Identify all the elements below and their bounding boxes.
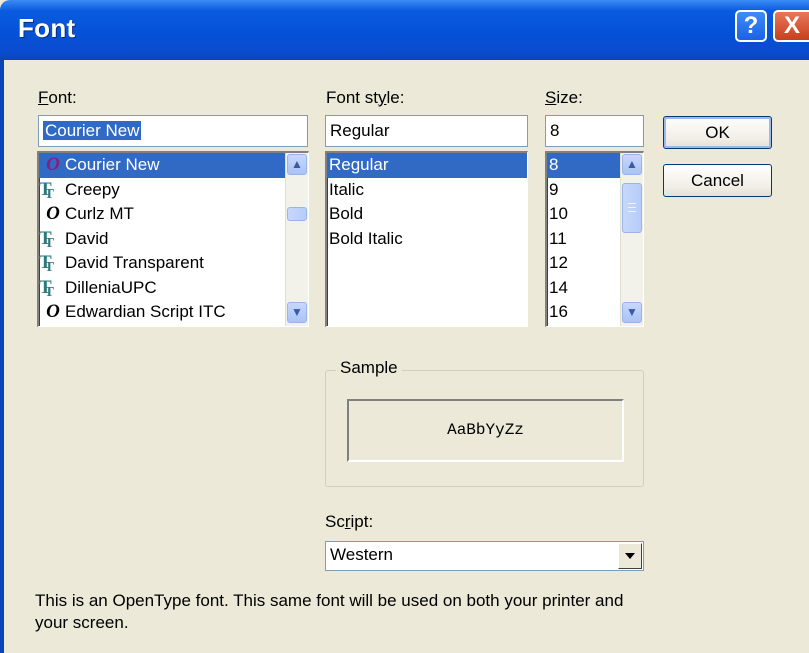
font-list-items: O Courier New TT Creepy O Curlz MT TT David TT Da… bbox=[39, 153, 308, 325]
list-item[interactable]: O Courier New bbox=[39, 153, 308, 178]
list-item[interactable]: Regular bbox=[327, 153, 527, 178]
close-button[interactable]: X bbox=[773, 10, 809, 42]
title-bar: Font ? X bbox=[0, 0, 809, 60]
list-item[interactable]: TT David bbox=[39, 227, 308, 252]
list-item[interactable]: Bold Italic bbox=[327, 227, 527, 252]
script-label: Script: bbox=[325, 512, 374, 531]
opentype-icon: O bbox=[46, 203, 60, 224]
scroll-down-button[interactable]: ▼ bbox=[287, 302, 307, 323]
list-item[interactable]: TT Creepy bbox=[39, 178, 308, 203]
dialog-title: Font bbox=[18, 13, 76, 43]
list-item[interactable]: Italic bbox=[327, 178, 527, 203]
opentype-icon: O bbox=[46, 154, 60, 175]
chevron-down-icon: ▼ bbox=[291, 305, 303, 319]
list-item-label: DilleniaUPC bbox=[65, 277, 157, 297]
chevron-up-icon: ▲ bbox=[626, 157, 638, 171]
list-item-label: David bbox=[65, 228, 109, 248]
list-item-label: Edwardian Script ITC bbox=[65, 302, 226, 321]
list-item-label: David Transparent bbox=[65, 253, 204, 272]
font-name-input[interactable]: Courier New bbox=[38, 115, 308, 147]
size-input[interactable]: 8 bbox=[545, 115, 644, 147]
font-style-list[interactable]: Regular Italic Bold Bold Italic bbox=[325, 151, 528, 327]
list-item[interactable]: O Curlz MT bbox=[39, 202, 308, 227]
list-item-label: Creepy bbox=[65, 179, 120, 199]
opentype-icon: O bbox=[46, 301, 60, 322]
font-style-label: Font style: bbox=[326, 88, 405, 107]
font-list[interactable]: O Courier New TT Creepy O Curlz MT TT David TT Da… bbox=[37, 151, 309, 327]
list-item-label: 14 bbox=[549, 277, 568, 297]
list-item-label: 10 bbox=[549, 204, 568, 223]
list-item[interactable]: TT David Transparent bbox=[39, 251, 308, 276]
script-dropdown-button[interactable] bbox=[618, 543, 642, 569]
list-item-label: Bold bbox=[329, 204, 364, 223]
list-item-label: 11 bbox=[549, 228, 567, 248]
list-item-label: Courier New bbox=[65, 155, 160, 174]
chevron-up-icon: ▲ bbox=[291, 157, 303, 171]
scroll-thumb[interactable] bbox=[622, 183, 642, 233]
list-item-label: 9 bbox=[549, 179, 559, 199]
size-list[interactable]: 8 9 10 11 12 14 16 ▲ ▼ bbox=[545, 151, 644, 327]
size-list-scrollbar[interactable]: ▲ ▼ bbox=[620, 153, 643, 326]
script-select[interactable]: Western bbox=[325, 541, 644, 571]
list-item-label: 8 bbox=[549, 155, 559, 174]
list-item-label: Bold Italic bbox=[329, 228, 403, 248]
window-frame bbox=[0, 60, 4, 653]
list-item-label: 16 bbox=[549, 302, 568, 321]
list-item-label: Curlz MT bbox=[65, 204, 134, 223]
scroll-thumb[interactable] bbox=[287, 207, 307, 221]
truetype-icon: TT bbox=[38, 276, 55, 300]
scroll-up-button[interactable]: ▲ bbox=[287, 154, 307, 175]
ok-button[interactable]: OK bbox=[663, 116, 772, 149]
list-item[interactable]: Bold bbox=[327, 202, 527, 227]
sample-preview-text: AaBbYyZz bbox=[447, 421, 524, 439]
truetype-icon: TT bbox=[38, 252, 55, 275]
font-list-scrollbar[interactable]: ▲ ▼ bbox=[285, 153, 308, 326]
chevron-down-icon: ▼ bbox=[626, 305, 638, 319]
list-item-label: Regular bbox=[329, 155, 389, 174]
list-item[interactable]: TT DilleniaUPC bbox=[39, 276, 308, 301]
dropdown-arrow-icon bbox=[625, 553, 635, 559]
font-style-items: Regular Italic Bold Bold Italic bbox=[327, 153, 527, 251]
list-item-label: 12 bbox=[549, 253, 568, 272]
font-style-input[interactable]: Regular bbox=[325, 115, 528, 147]
truetype-icon: TT bbox=[38, 178, 55, 202]
list-item[interactable]: O Edwardian Script ITC bbox=[39, 300, 308, 325]
font-label: Font: bbox=[38, 88, 77, 107]
scroll-up-button[interactable]: ▲ bbox=[622, 154, 642, 175]
size-label: Size: bbox=[545, 88, 583, 107]
help-button[interactable]: ? bbox=[735, 10, 767, 42]
truetype-icon: TT bbox=[38, 227, 55, 251]
cancel-button[interactable]: Cancel bbox=[663, 164, 772, 197]
list-item-label: Italic bbox=[329, 179, 364, 199]
script-select-value: Western bbox=[330, 545, 393, 564]
sample-label: Sample bbox=[336, 358, 402, 378]
font-description: This is an OpenType font. This same font… bbox=[35, 591, 624, 632]
scroll-down-button[interactable]: ▼ bbox=[622, 302, 642, 323]
